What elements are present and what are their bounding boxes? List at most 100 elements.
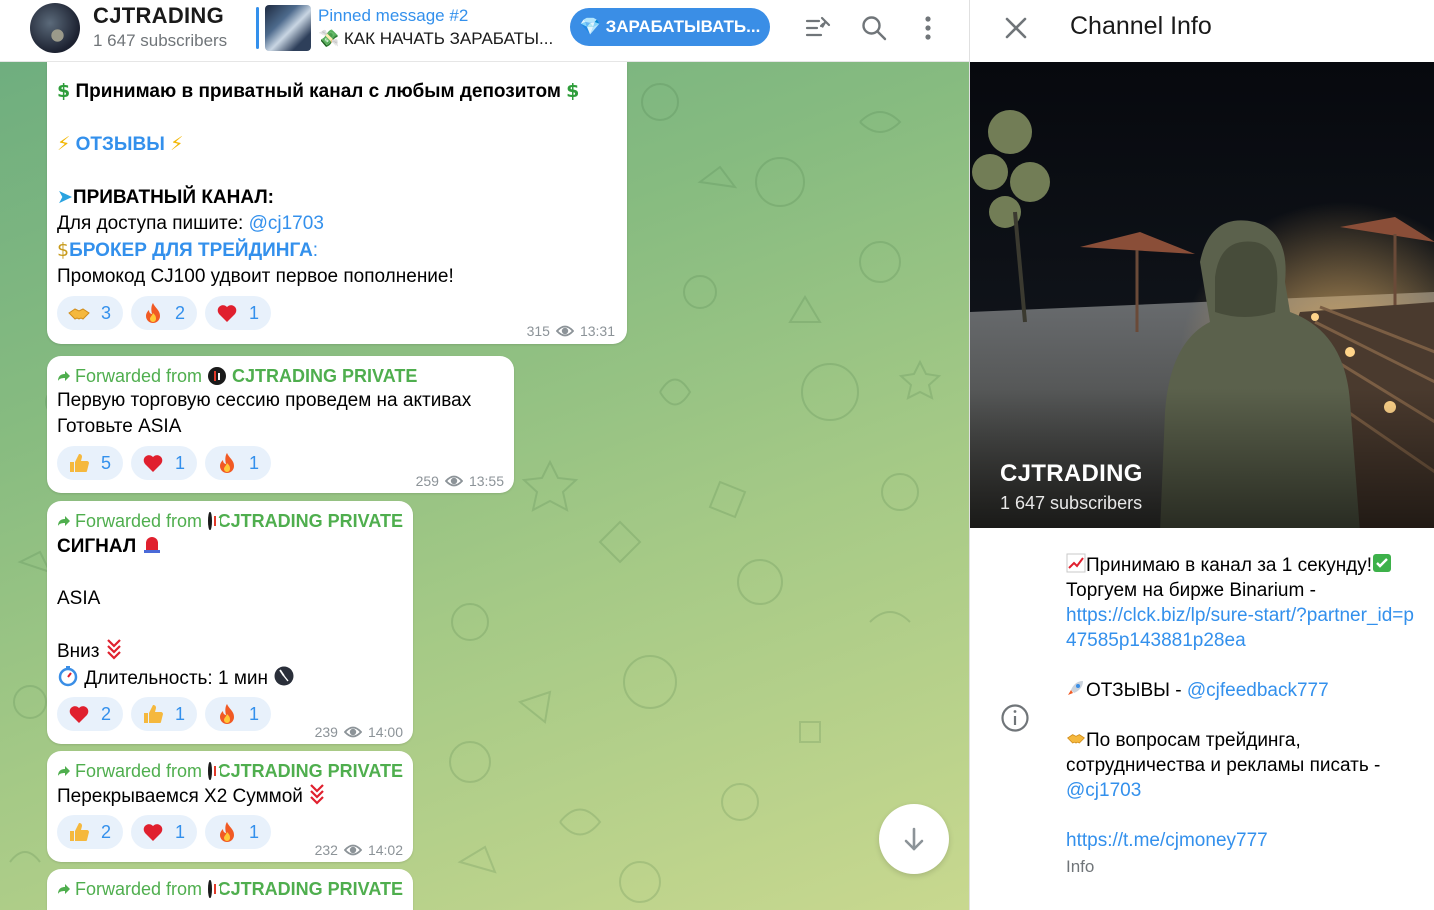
channel-title[interactable]: CJTRADING xyxy=(93,3,224,29)
feedback-link[interactable]: @cjfeedback777 xyxy=(1187,680,1329,701)
broker-link[interactable]: БРОКЕР ДЛЯ ТРЕЙДИНГА xyxy=(69,240,313,261)
reaction-heart[interactable]: 1 xyxy=(205,296,272,330)
desc-line: ОТЗЫВЫ - @cjfeedback777 xyxy=(1066,678,1421,703)
reaction-count: 1 xyxy=(249,453,260,473)
channel-link[interactable]: https://t.me/cjmoney777 xyxy=(1066,828,1421,853)
heart-icon xyxy=(141,451,165,475)
message-line: СИГНАЛ xyxy=(57,533,403,560)
message-line: Длительность: 1 мин xyxy=(57,665,403,692)
forward-arrow-icon xyxy=(57,514,71,528)
view-count: 239 xyxy=(314,724,338,740)
close-icon[interactable] xyxy=(1000,12,1032,44)
reaction-thumbs-up[interactable]: 5 xyxy=(57,446,124,480)
eye-icon xyxy=(555,325,574,337)
fire-icon xyxy=(141,301,165,325)
channel-avatar[interactable] xyxy=(30,3,80,53)
channel-description: Принимаю в канал за 1 секунду! Торгуем н… xyxy=(1066,553,1421,853)
reaction-fire[interactable]: 1 xyxy=(205,446,272,480)
message-text: Вниз xyxy=(57,641,100,662)
message-text: : xyxy=(312,240,319,261)
partner-link[interactable]: https://clck.biz/lp/sure-start/?partner_… xyxy=(1066,603,1421,653)
message-meta: 232 14:02 xyxy=(315,837,403,863)
heart-icon xyxy=(67,702,91,726)
forwarded-header[interactable]: Forwarded from CJTRADING PRIVATE xyxy=(57,759,403,783)
forwarded-source[interactable]: CJTRADING PRIVATE xyxy=(218,759,403,783)
scroll-down-button[interactable] xyxy=(879,804,949,874)
pinned-message-bar[interactable]: Pinned message #2 💸 КАК НАЧАТЬ ЗАРАБАТЫ.… xyxy=(256,5,556,51)
message-bubble[interactable]: Forwarded from CJTRADING PRIVATE Первую … xyxy=(47,356,514,493)
desc-text: Принимаю в канал за 1 секунду! xyxy=(1086,555,1373,576)
message-meta: 259 13:55 xyxy=(416,468,504,494)
username-link[interactable]: @cj1703 xyxy=(1066,778,1421,803)
more-options-icon[interactable] xyxy=(914,14,942,42)
reaction-count: 1 xyxy=(249,704,260,724)
eye-icon xyxy=(343,726,362,738)
message-text: Длительность: 1 мин xyxy=(84,668,268,689)
thumbs-up-icon xyxy=(141,702,165,726)
check-mark-icon xyxy=(1372,553,1392,573)
fire-icon xyxy=(215,702,239,726)
reaction-handshake[interactable]: 3 xyxy=(57,296,124,330)
source-avatar xyxy=(208,512,219,530)
earn-button[interactable]: 💎 ЗАРАБАТЫВАТЬ... xyxy=(570,8,770,46)
forwarded-header[interactable]: Forwarded from CJTRADING PRIVATE xyxy=(57,509,403,533)
reaction-heart[interactable]: 1 xyxy=(131,446,198,480)
reactions-bar: 3 2 1 xyxy=(57,296,272,330)
forwarded-header[interactable]: Forwarded from CJTRADING PRIVATE xyxy=(57,877,403,901)
thumbs-up-icon xyxy=(67,820,91,844)
subscriber-count: 1 647 subscribers xyxy=(93,31,228,50)
channel-photo[interactable]: CJTRADING 1 647 subscribers xyxy=(970,62,1434,528)
chart-up-icon xyxy=(1066,553,1086,573)
message-bubble[interactable]: Forwarded from CJTRADING PRIVATE Перекры… xyxy=(47,751,413,862)
username-link[interactable]: @cj1703 xyxy=(249,213,324,234)
pinned-indicator xyxy=(256,7,259,49)
telegram-emoji: ➤ xyxy=(57,186,73,208)
handshake-icon xyxy=(67,301,91,325)
forwarded-label: Forwarded from xyxy=(75,366,203,386)
forward-arrow-icon xyxy=(57,882,71,896)
forwarded-header[interactable]: Forwarded from CJTRADING PRIVATE xyxy=(57,364,504,388)
message-text: Принимаю в приватный канал с любым депоз… xyxy=(75,81,561,102)
thumbs-up-icon xyxy=(67,451,91,475)
heart-icon xyxy=(141,820,165,844)
reaction-count: 1 xyxy=(175,453,186,473)
forwarded-source[interactable]: CJTRADING PRIVATE xyxy=(218,509,403,533)
chat-header: CJTRADING 1 647 subscribers Pinned messa… xyxy=(0,0,969,62)
desc-text: ОТЗЫВЫ - xyxy=(1086,680,1187,701)
money-emoji: $ xyxy=(566,80,580,102)
pinned-list-icon[interactable] xyxy=(804,14,832,42)
forwarded-source[interactable]: CJTRADING PRIVATE xyxy=(232,364,417,388)
reaction-heart[interactable]: 2 xyxy=(57,697,124,731)
info-label: Info xyxy=(1066,857,1095,876)
message-meta: 315 13:31 xyxy=(527,318,615,344)
message-bubble[interactable]: Forwarded from CJTRADING PRIVATE СИГНАЛ … xyxy=(47,501,413,744)
photo-subscriber-count: 1 647 subscribers xyxy=(1000,493,1143,513)
stopwatch-icon xyxy=(57,665,79,687)
photo-channel-title: CJTRADING xyxy=(1000,460,1143,487)
reaction-count: 1 xyxy=(249,303,260,323)
forwarded-source[interactable]: CJTRADING PRIVATE xyxy=(218,877,403,901)
reaction-thumbs-up[interactable]: 2 xyxy=(57,815,124,849)
view-count: 315 xyxy=(526,323,550,339)
reaction-fire[interactable]: 1 xyxy=(205,697,272,731)
message-meta: 239 14:00 xyxy=(315,719,403,745)
source-avatar xyxy=(208,880,219,898)
message-line: Для доступа пишите: @cj1703 xyxy=(57,211,617,237)
heart-icon xyxy=(215,301,239,325)
search-icon[interactable] xyxy=(860,14,888,42)
message-line: ➤ПРИВАТНЫЙ КАНАЛ: xyxy=(57,184,617,211)
message-line: Перекрываемся Х2 Суммой xyxy=(57,783,403,810)
message-time: 14:02 xyxy=(367,842,403,858)
clock-icon xyxy=(273,665,295,687)
reaction-heart[interactable]: 1 xyxy=(131,815,198,849)
reaction-thumbs-up[interactable]: 1 xyxy=(131,697,198,731)
forward-arrow-icon xyxy=(57,369,71,383)
message-bubble[interactable]: $ Принимаю в приватный канал с любым деп… xyxy=(47,62,627,344)
reviews-link[interactable]: ОТЗЫВЫ xyxy=(76,134,165,155)
message-bubble[interactable]: Forwarded from CJTRADING PRIVATE xyxy=(47,869,413,910)
fire-icon xyxy=(215,820,239,844)
lightning-emoji: ⚡ xyxy=(170,133,184,155)
rocket-icon xyxy=(1066,678,1086,698)
reaction-fire[interactable]: 2 xyxy=(131,296,198,330)
reaction-fire[interactable]: 1 xyxy=(205,815,272,849)
